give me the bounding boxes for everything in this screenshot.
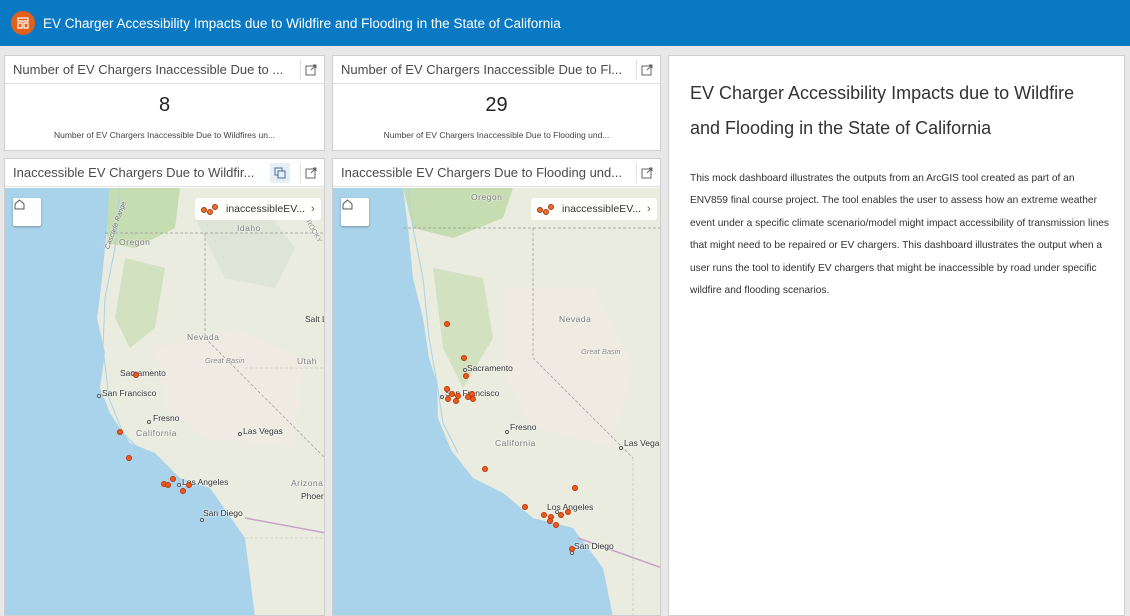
ev-charger-point[interactable] (186, 482, 192, 488)
map-label: Great Basin (581, 347, 621, 356)
panel-title: Number of EV Chargers Inaccessible Due t… (341, 62, 623, 77)
dashboard-logo-icon (11, 11, 35, 35)
map-label: California (495, 438, 536, 448)
map-label: San Francisco (102, 388, 157, 398)
basemap (97, 188, 324, 615)
city-dot (177, 483, 181, 487)
map-view[interactable]: inaccessibleEV... › Cascade Range ROCKY … (5, 188, 324, 615)
ev-charger-point[interactable] (117, 429, 123, 435)
ev-charger-point[interactable] (558, 512, 564, 518)
home-icon (14, 199, 25, 210)
map-label: Utah (297, 356, 317, 366)
indicator-wildfire: Number of EV Chargers Inaccessible Due t… (4, 55, 325, 151)
ev-charger-point[interactable] (469, 391, 475, 397)
ev-charger-point[interactable] (482, 466, 488, 472)
point-symbol-icon (537, 203, 557, 215)
indicator-description: Number of EV Chargers Inaccessible Due t… (53, 130, 276, 140)
map-label: Fresno (510, 422, 537, 432)
ev-charger-point[interactable] (547, 518, 553, 524)
map-label: Oregon (119, 237, 151, 247)
ev-charger-point[interactable] (453, 398, 459, 404)
city-dot (200, 518, 204, 522)
map-label: Great Basin (205, 356, 245, 365)
ev-charger-point[interactable] (444, 321, 450, 327)
map-view[interactable]: inaccessibleEV... › Oregon Nevada Great … (333, 188, 660, 615)
legend-label: inaccessibleEV... (226, 203, 305, 215)
city-dot (147, 420, 151, 424)
map-label: Arizona (291, 478, 324, 488)
ev-charger-point[interactable] (170, 476, 176, 482)
chevron-right-icon: › (647, 203, 651, 215)
map-label: Nevada (187, 332, 220, 342)
legend-pill[interactable]: inaccessibleEV... › (195, 198, 321, 220)
map-label: Salt L (305, 314, 324, 324)
map-label: Phoer (301, 491, 324, 501)
map-flooding-panel: Inaccessible EV Chargers Due to Flooding… (332, 158, 661, 616)
map-label: San Diego (203, 508, 243, 518)
export-icon[interactable] (300, 163, 320, 183)
map-label: California (136, 428, 177, 438)
ev-charger-point[interactable] (569, 546, 575, 552)
panel-title: Inaccessible EV Chargers Due to Wildfir.… (13, 165, 255, 180)
map-label: Idaho (237, 223, 261, 233)
panel-title: Number of EV Chargers Inaccessible Due t… (13, 62, 284, 77)
city-dot (619, 446, 623, 450)
legend-pill[interactable]: inaccessibleEV... › (531, 198, 657, 220)
export-icon[interactable] (636, 60, 656, 80)
description-body: This mock dashboard illustrates the outp… (690, 173, 1109, 297)
ev-charger-point[interactable] (165, 482, 171, 488)
map-label: San Diego (574, 541, 614, 551)
ev-charger-point[interactable] (180, 488, 186, 494)
map-label: Sacramento (120, 368, 166, 378)
ev-charger-point[interactable] (565, 509, 571, 515)
panel-header: Inaccessible EV Chargers Due to Wildfir.… (5, 159, 324, 187)
ev-charger-point[interactable] (461, 355, 467, 361)
panel-header: Number of EV Chargers Inaccessible Due t… (333, 56, 660, 84)
map-label: Sacramento (467, 363, 513, 373)
city-dot (505, 430, 509, 434)
ev-charger-point[interactable] (541, 512, 547, 518)
indicator-value: 8 (158, 94, 171, 116)
ev-charger-point[interactable] (553, 522, 559, 528)
ev-charger-point[interactable] (133, 372, 139, 378)
app-title: EV Charger Accessibility Impacts due to … (43, 15, 561, 31)
map-label: Nevada (559, 314, 592, 324)
map-label: Las Vega (624, 438, 660, 448)
indicator-description: Number of EV Chargers Inaccessible Due t… (383, 130, 610, 140)
panel-title: Inaccessible EV Chargers Due to Flooding… (341, 165, 623, 180)
ev-charger-point[interactable] (522, 504, 528, 510)
indicator-value: 29 (485, 94, 508, 116)
panel-header: Number of EV Chargers Inaccessible Due t… (5, 56, 324, 84)
city-dot (440, 395, 444, 399)
map-wildfire-panel: Inaccessible EV Chargers Due to Wildfir.… (4, 158, 325, 616)
panel-header: Inaccessible EV Chargers Due to Flooding… (333, 159, 660, 187)
ev-charger-point[interactable] (126, 455, 132, 461)
ev-charger-point[interactable] (572, 485, 578, 491)
map-label: Las Vegas (243, 426, 283, 436)
chevron-right-icon: › (311, 203, 315, 215)
home-button[interactable] (341, 198, 369, 226)
map-label: Fresno (153, 413, 180, 423)
description-title: EV Charger Accessibility Impacts due to … (690, 83, 1075, 138)
description-panel: EV Charger Accessibility Impacts due to … (668, 55, 1125, 616)
map-label: Oregon (471, 192, 503, 202)
point-symbol-icon (201, 203, 221, 215)
home-button[interactable] (13, 198, 41, 226)
legend-label: inaccessibleEV... (562, 203, 641, 215)
ev-charger-point[interactable] (445, 396, 451, 402)
home-icon (342, 199, 353, 210)
ev-charger-point[interactable] (463, 373, 469, 379)
export-icon[interactable] (636, 163, 656, 183)
city-dot (97, 394, 101, 398)
city-dot (238, 432, 242, 436)
app-header: EV Charger Accessibility Impacts due to … (0, 0, 1130, 46)
export-icon[interactable] (300, 60, 320, 80)
indicator-flooding: Number of EV Chargers Inaccessible Due t… (332, 55, 661, 151)
layers-icon[interactable] (270, 163, 290, 183)
